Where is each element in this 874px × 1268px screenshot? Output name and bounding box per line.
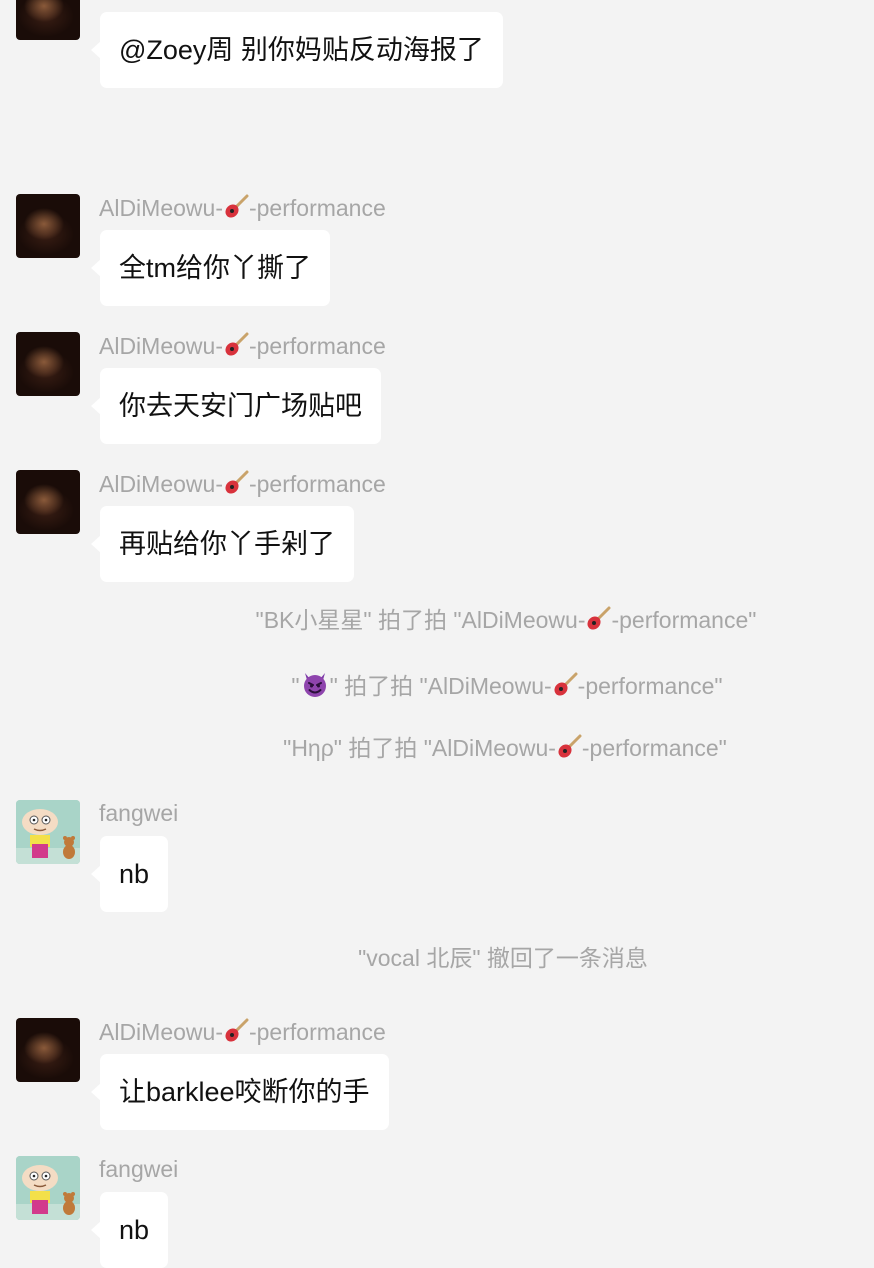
avatar[interactable] [16,800,80,864]
message-bubble[interactable]: nb [90,1192,169,1268]
message-text: nb [119,1215,150,1245]
avatar[interactable] [16,194,80,258]
message-text: 让barklee咬断你的手 [119,1077,370,1107]
guitar-icon [223,194,249,226]
message-text: 再贴给你丫手剁了 [119,529,335,559]
sender-name: fangwei [99,800,179,826]
cartoon-avatar-icon [16,800,80,864]
cartoon-avatar-icon [16,1156,80,1220]
avatar[interactable] [16,470,80,534]
system-notice: "Hηρ" 拍了拍 "AlDiMeowu- -performance" [0,733,874,767]
message-bubble[interactable]: 你去天安门广场贴吧 [91,368,381,444]
sender-name: AlDiMeowu- -performance [99,470,386,502]
guitar-icon [556,734,582,767]
sender-name: AlDiMeowu- -performance [99,332,386,364]
avatar[interactable] [16,1018,80,1082]
sender-name: AlDiMeowu- -performance [99,1018,386,1050]
guitar-icon [585,606,611,639]
guitar-icon [223,332,249,364]
avatar[interactable] [16,0,80,40]
system-notice: "vocal 北辰" 撤回了一条消息 [358,945,648,971]
system-notice: " " 拍了拍 "AlDiMeowu- -performance" [0,669,874,706]
message-text: nb [119,859,150,889]
guitar-icon [223,1018,249,1050]
smiling-devil-icon [300,669,330,706]
message-bubble[interactable]: nb [90,836,169,912]
message-text: @Zoey周 别你妈贴反动海报了 [119,35,484,65]
guitar-icon [223,470,249,502]
system-notice: "BK小星星" 拍了拍 "AlDiMeowu- -performance" [0,605,874,639]
sender-name: AlDiMeowu- -performance [99,194,386,226]
message-bubble[interactable]: @Zoey周 别你妈贴反动海报了 [91,12,503,88]
avatar[interactable] [16,1156,80,1220]
message-text: 全tm给你丫撕了 [119,253,311,283]
message-bubble[interactable]: 全tm给你丫撕了 [91,230,330,306]
sender-name: fangwei [99,1156,179,1182]
message-bubble[interactable]: 再贴给你丫手剁了 [91,506,354,582]
avatar[interactable] [16,332,80,396]
message-bubble[interactable]: 让barklee咬断你的手 [91,1054,389,1130]
guitar-icon [552,672,578,705]
message-text: 你去天安门广场贴吧 [119,391,362,421]
